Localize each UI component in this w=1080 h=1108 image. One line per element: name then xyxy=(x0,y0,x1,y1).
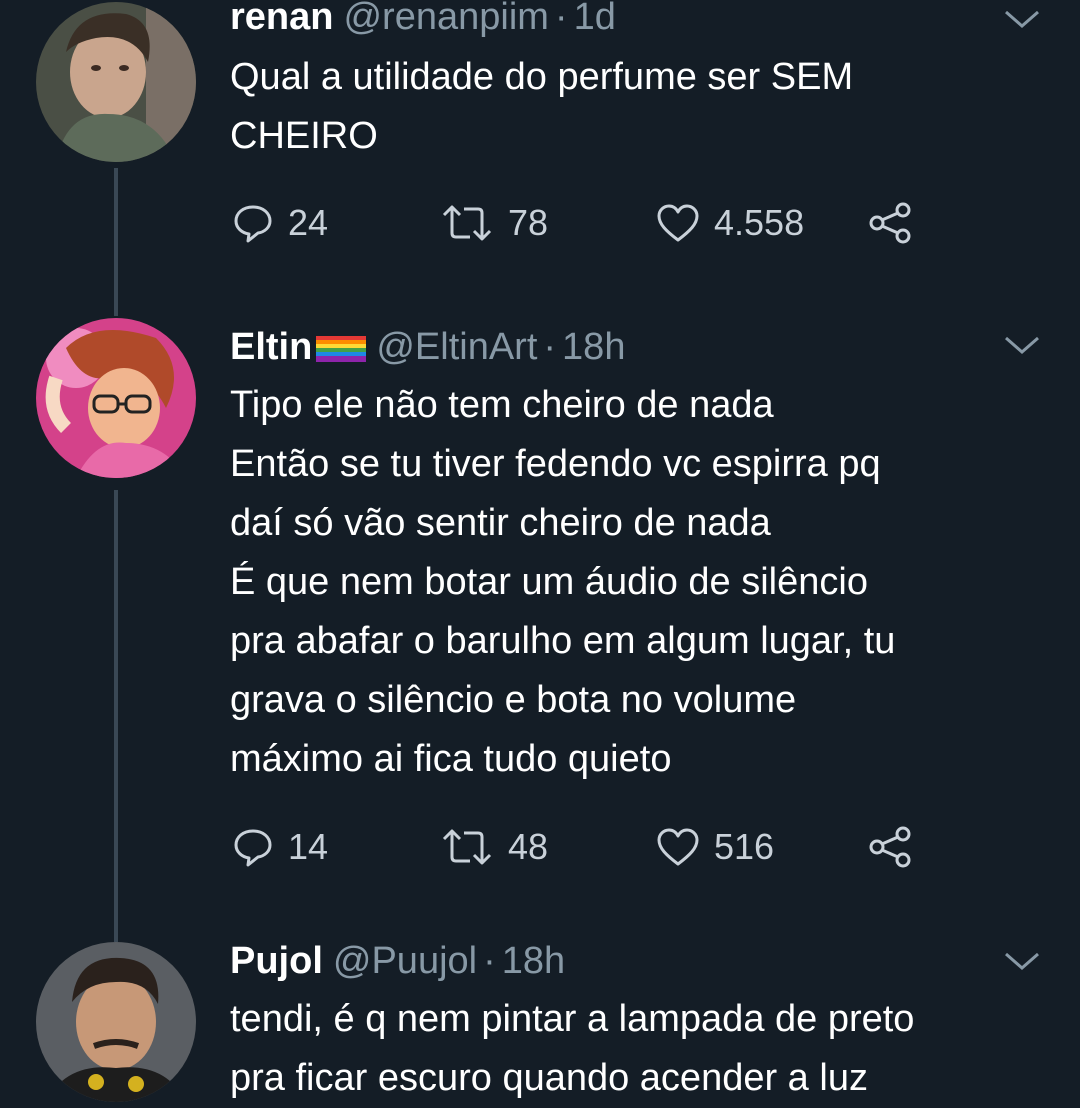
retweet-button[interactable]: 78 xyxy=(440,198,548,248)
tweet-header: Pujol @Puujol · 18h xyxy=(230,938,565,984)
tweet-line: CHEIRO xyxy=(230,115,378,157)
tweet-renan[interactable]: renan @renanpiim · 1d Qual a utilidade d… xyxy=(0,0,1080,300)
avatar[interactable] xyxy=(36,2,196,162)
retweet-count: 78 xyxy=(508,202,549,243)
like-button[interactable]: 516 xyxy=(656,822,774,872)
reply-count: 14 xyxy=(288,826,329,867)
like-count: 4.558 xyxy=(714,202,805,243)
tweet-line: pra ficar escuro quando acender a luz xyxy=(230,1057,868,1099)
tweet-line: pra abafar o barulho em algum lugar, tu xyxy=(230,620,896,662)
display-name[interactable]: Eltin xyxy=(230,326,312,369)
action-bar: 14 48 516 xyxy=(232,822,932,872)
tweet-line: grava o silêncio e bota no volume xyxy=(230,679,797,721)
separator: · xyxy=(483,939,496,982)
retweet-button[interactable]: 48 xyxy=(440,822,548,872)
chevron-down-icon[interactable] xyxy=(1002,332,1042,358)
rainbow-flag-icon xyxy=(316,336,367,362)
user-handle[interactable]: @Puujol xyxy=(333,940,477,983)
tweet-text: Qual a utilidade do perfume ser SEM CHEI… xyxy=(230,48,1050,166)
reply-button[interactable]: 24 xyxy=(232,198,328,248)
tweet-text: tendi, é q nem pintar a lampada de preto… xyxy=(230,990,1050,1108)
tweet-line: Tipo ele não tem cheiro de nada xyxy=(230,384,774,426)
timestamp[interactable]: 1d xyxy=(574,0,616,39)
retweet-icon xyxy=(442,829,492,865)
share-button[interactable] xyxy=(868,198,912,248)
share-icon xyxy=(869,202,911,244)
tweet-eltin[interactable]: Eltin @EltinArt · 18h Tipo ele não tem c… xyxy=(0,300,1080,910)
reply-button[interactable]: 14 xyxy=(232,822,328,872)
reply-icon xyxy=(234,205,272,243)
chevron-down-icon[interactable] xyxy=(1002,6,1042,32)
share-button[interactable] xyxy=(868,822,912,872)
separator: · xyxy=(543,325,557,368)
user-handle[interactable]: @renanpiim xyxy=(343,0,548,39)
tweet-line: Qual a utilidade do perfume ser SEM xyxy=(230,56,854,98)
heart-icon xyxy=(657,204,699,242)
avatar[interactable] xyxy=(36,318,196,478)
chevron-down-icon[interactable] xyxy=(1002,948,1042,974)
tweet-pujol[interactable]: Pujol @Puujol · 18h tendi, é q nem pinta… xyxy=(0,920,1080,1102)
tweet-header: renan @renanpiim · 1d xyxy=(230,0,616,40)
tweet-header: Eltin @EltinArt · 18h xyxy=(230,324,625,370)
retweet-icon xyxy=(442,205,492,241)
like-count: 516 xyxy=(714,826,775,867)
avatar[interactable] xyxy=(36,942,196,1102)
tweet-line: daí só vão sentir cheiro de nada xyxy=(230,502,771,544)
retweet-count: 48 xyxy=(508,826,549,867)
tweet-line: tendi, é q nem pintar a lampada de preto xyxy=(230,998,915,1040)
reply-icon xyxy=(234,829,272,867)
action-bar: 24 78 4.558 xyxy=(232,198,932,248)
tweet-line: É que nem botar um áudio de silêncio xyxy=(230,561,868,603)
reply-count: 24 xyxy=(288,202,329,243)
separator: · xyxy=(554,0,568,38)
timestamp[interactable]: 18h xyxy=(562,326,625,369)
user-handle[interactable]: @EltinArt xyxy=(376,326,537,369)
tweet-text: Tipo ele não tem cheiro de nada Então se… xyxy=(230,376,1050,789)
timestamp[interactable]: 18h xyxy=(502,940,565,983)
tweet-line: máximo ai fica tudo quieto xyxy=(230,738,672,780)
heart-icon xyxy=(657,828,699,866)
like-button[interactable]: 4.558 xyxy=(656,198,804,248)
share-icon xyxy=(869,826,911,868)
display-name[interactable]: Pujol xyxy=(230,940,323,983)
tweet-line: Então se tu tiver fedendo vc espirra pq xyxy=(230,443,881,485)
display-name[interactable]: renan xyxy=(230,0,333,39)
